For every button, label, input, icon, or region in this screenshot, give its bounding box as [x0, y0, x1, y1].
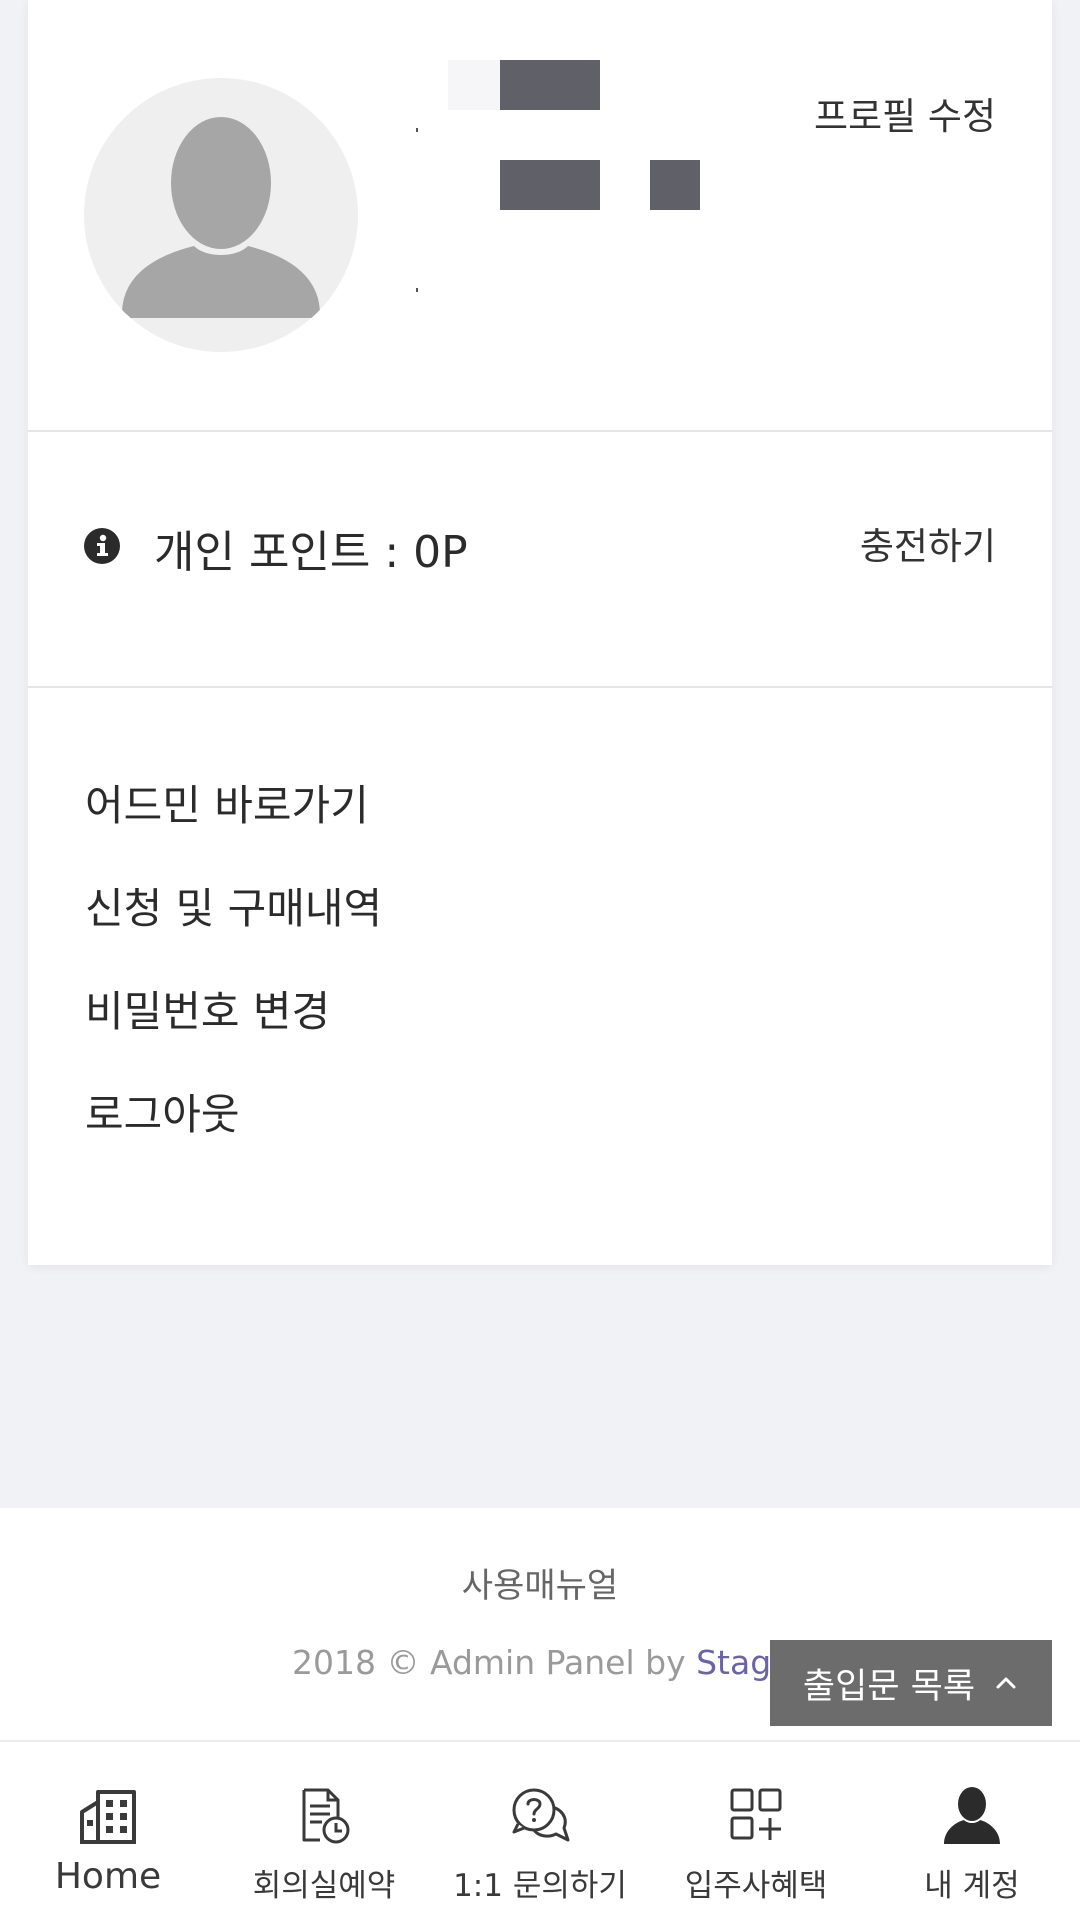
- redacted-detail: [650, 160, 700, 210]
- nav-my-account-label: 내 계정: [924, 1868, 1020, 1904]
- building-icon: [80, 1790, 136, 1844]
- edit-profile-link[interactable]: 프로필 수정: [814, 86, 996, 140]
- points-balance: 개인 포인트 : 0P: [154, 527, 468, 578]
- charge-link[interactable]: 충전하기: [860, 516, 996, 570]
- nav-inquiry[interactable]: 1:1 문의하기: [432, 1742, 648, 1913]
- nav-meeting-room[interactable]: 회의실예약: [216, 1742, 432, 1913]
- door-list-label: 출입문 목록: [802, 1666, 976, 1707]
- nav-inquiry-label: 1:1 문의하기: [453, 1868, 627, 1904]
- redacted-name: [500, 60, 600, 110]
- document-clock-icon: [302, 1788, 350, 1844]
- redacted-name-shadow: [448, 60, 500, 110]
- copyright-text: 2018 © Admin Panel by Stage9: [292, 1643, 812, 1682]
- question-chat-icon: [512, 1788, 570, 1842]
- user-manual-link[interactable]: 사용매뉴얼: [0, 1558, 1080, 1607]
- menu-item-logout[interactable]: 로그아웃: [85, 1081, 240, 1142]
- menu-item-admin[interactable]: 어드민 바로가기: [85, 772, 369, 833]
- divider-mark: [416, 288, 418, 292]
- nav-benefits-label: 입주사혜택: [684, 1868, 828, 1904]
- nav-home-label: Home: [54, 1856, 162, 1897]
- chevron-up-icon: [996, 1677, 1016, 1689]
- nav-home[interactable]: Home: [0, 1742, 216, 1913]
- nav-meeting-room-label: 회의실예약: [252, 1868, 396, 1904]
- menu-item-change-password[interactable]: 비밀번호 변경: [85, 978, 330, 1039]
- bottom-navigation: Home 회의실예약 1:1 문의하기 입주사혜택 내 계정: [0, 1740, 1080, 1913]
- avatar: [84, 78, 358, 352]
- door-list-button[interactable]: 출입문 목록: [770, 1640, 1052, 1726]
- nav-my-account[interactable]: 내 계정: [864, 1742, 1080, 1913]
- profile-section: 프로필 수정: [28, 0, 1052, 432]
- user-icon: [944, 1787, 1000, 1844]
- nav-benefits[interactable]: 입주사혜택: [648, 1742, 864, 1913]
- copyright-prefix: 2018 © Admin Panel by: [292, 1643, 697, 1682]
- grid-plus-icon: [730, 1788, 782, 1840]
- default-user-icon: [122, 117, 320, 318]
- account-card: 프로필 수정 개인 포인트 : 0P 충전하기 어드민 바로가기 신청 및 구매…: [28, 0, 1052, 1265]
- points-section: 개인 포인트 : 0P 충전하기: [28, 432, 1052, 688]
- menu-item-orders[interactable]: 신청 및 구매내역: [85, 875, 382, 936]
- redacted-company: [500, 160, 600, 210]
- divider-mark: [416, 128, 418, 132]
- info-icon: [84, 528, 120, 564]
